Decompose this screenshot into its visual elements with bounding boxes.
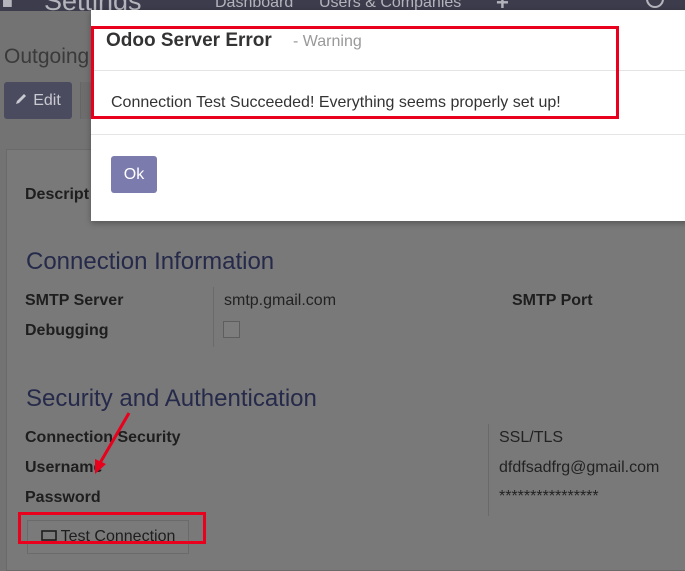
annotation-box-dialog <box>91 26 619 119</box>
password-value[interactable]: **************** <box>499 488 599 506</box>
username-label: Username <box>25 459 103 476</box>
smtp-server-value[interactable]: smtp.gmail.com <box>224 292 336 310</box>
debugging-label: Debugging <box>25 322 109 339</box>
edit-button[interactable]: Edit <box>4 82 72 119</box>
connection-section-title: Connection Information <box>26 248 275 275</box>
annotation-box-test-button <box>18 512 206 544</box>
username-value[interactable]: dfdfsadfrg@gmail.com <box>499 459 659 477</box>
dialog-footer-divider <box>91 134 685 135</box>
ok-button[interactable]: Ok <box>111 156 157 193</box>
security-section-title: Security and Authentication <box>26 385 317 412</box>
description-label: Descript <box>25 186 90 203</box>
field-divider <box>488 424 489 516</box>
field-divider <box>213 287 214 347</box>
connection-security-value[interactable]: SSL/TLS <box>499 429 563 447</box>
smtp-server-label: SMTP Server <box>25 292 124 309</box>
debugging-checkbox[interactable] <box>223 321 240 338</box>
smtp-port-label: SMTP Port <box>512 292 593 309</box>
breadcrumb[interactable]: Outgoing <box>4 45 89 69</box>
edit-button-label: Edit <box>33 91 61 109</box>
password-label: Password <box>25 489 101 506</box>
connection-security-label: Connection Security <box>25 429 181 446</box>
pencil-icon <box>15 92 28 110</box>
app-menu-icon[interactable]: ■ <box>2 0 13 11</box>
refresh-icon[interactable] <box>646 0 664 8</box>
